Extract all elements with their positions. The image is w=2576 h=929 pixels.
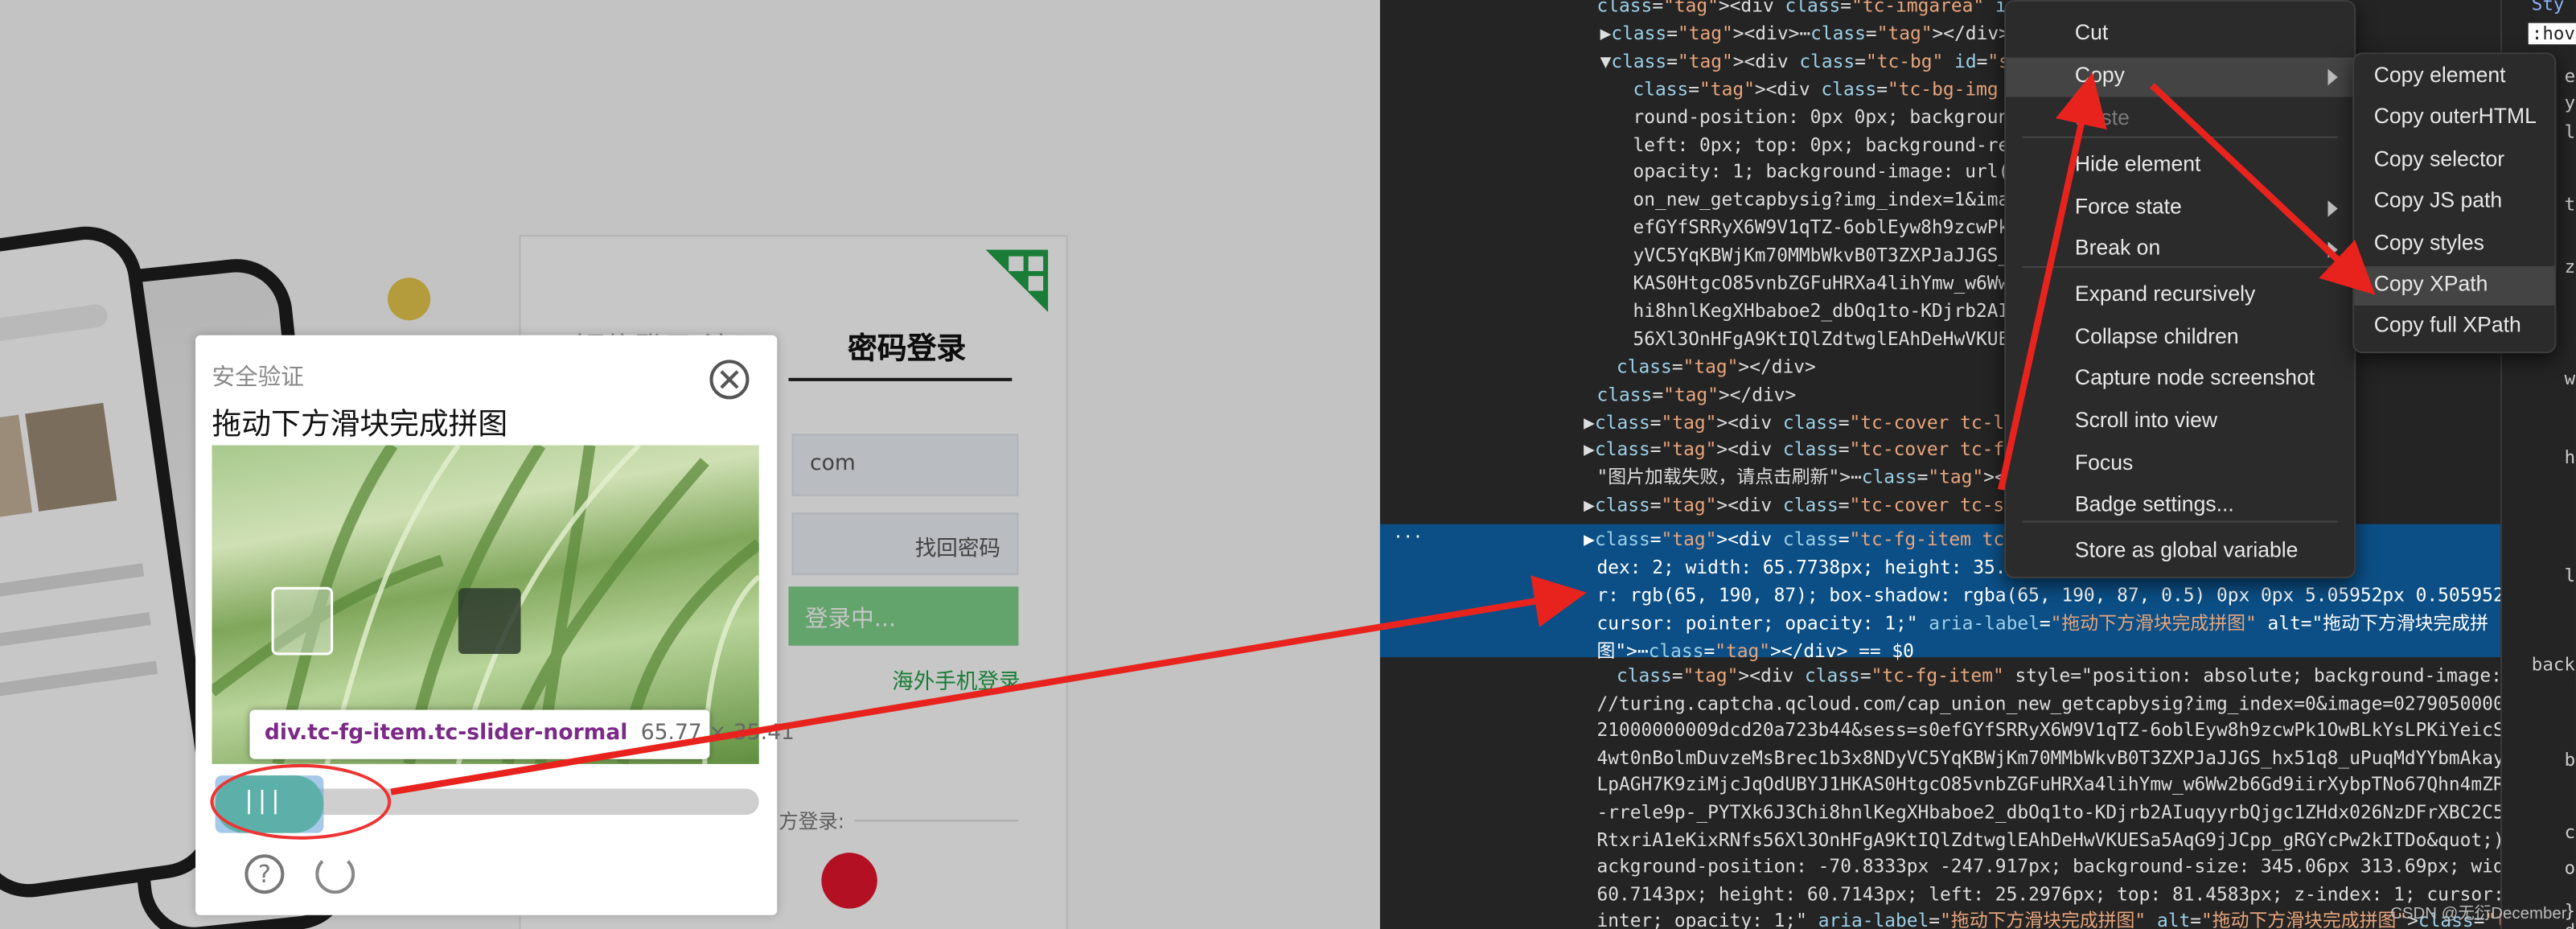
screenshot-stage: 短信登录/注册 密码登录 com 找回密码 登录中... 海外手机登录 方登录:… [0, 0, 2576, 929]
red-annotation-arrows [390, 72, 2376, 795]
